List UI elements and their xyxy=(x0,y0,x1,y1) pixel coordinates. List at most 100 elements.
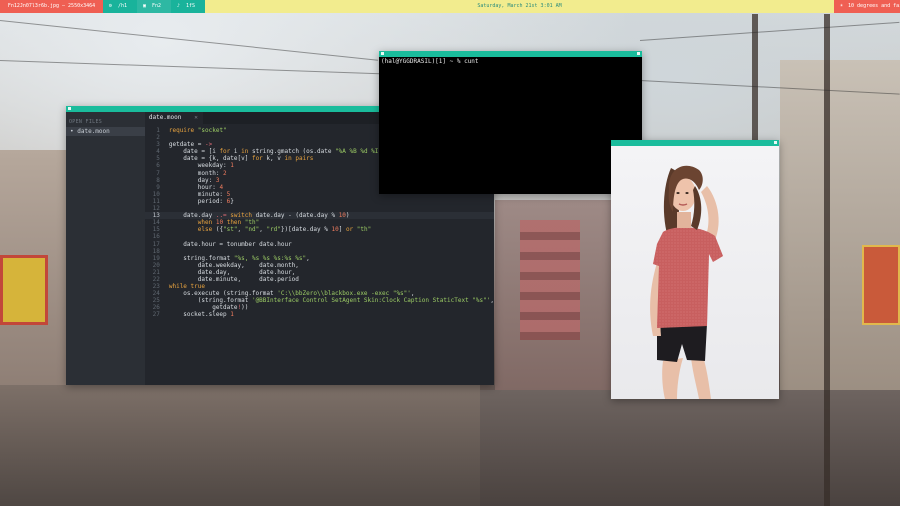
window-icon: ▣ xyxy=(143,3,147,9)
code-text: require "socket" xyxy=(168,127,227,134)
code-text: weekday: 1 xyxy=(168,162,234,170)
tab-date-moon[interactable]: date.moon ✕ xyxy=(144,112,203,124)
wallpaper-wire xyxy=(639,80,900,95)
code-line[interactable]: 25 (string.format '@BBInterface Control … xyxy=(145,297,494,304)
gear-icon: ⚙ xyxy=(109,3,113,9)
workspace-2[interactable]: ▣ Fn2 xyxy=(137,0,171,13)
wallpaper-wire xyxy=(639,21,900,41)
code-line[interactable]: 27 socket.sleep 1 xyxy=(145,311,494,318)
line-number: 12 xyxy=(152,205,160,213)
code-text: string.format "%s, %s %s %s:%s %s", xyxy=(168,254,310,262)
window-button-icon[interactable] xyxy=(381,52,384,55)
code-text: hour: 4 xyxy=(168,183,224,191)
line-number: 19 xyxy=(152,254,160,262)
sun-icon: ☀ xyxy=(840,3,844,9)
terminal-body[interactable]: (hal@YGGDRASIL)[1] ~ % cunt xyxy=(379,57,642,194)
editor-sidebar: OPEN FILES • date.moon xyxy=(66,112,145,385)
workspace-label: /h1 xyxy=(118,3,128,9)
code-text: os.execute (string.format 'C:\\bbZero\\b… xyxy=(168,290,415,298)
line-number: 5 xyxy=(156,155,160,163)
wallpaper-building xyxy=(495,200,613,506)
code-line[interactable]: 15 else ({"st", "nd", "rd"})[date.day % … xyxy=(145,226,494,233)
code-text: date.weekday, date.month, xyxy=(168,261,299,269)
code-line[interactable]: 19 string.format "%s, %s %s %s:%s %s", xyxy=(145,255,494,262)
code-text: date.day, date.hour, xyxy=(168,268,296,276)
code-line[interactable]: 21 date.day, date.hour, xyxy=(145,269,494,276)
line-number: 14 xyxy=(152,219,160,227)
code-text: minute: 5 xyxy=(168,190,231,198)
photo-illustration xyxy=(650,165,723,399)
wallpaper-building xyxy=(0,385,480,506)
wallpaper-building xyxy=(0,150,70,506)
wallpaper-pole xyxy=(824,14,830,506)
weather-text: 10 degrees and fair xyxy=(848,3,900,9)
image-viewer-window[interactable] xyxy=(611,140,779,399)
line-number: 15 xyxy=(152,226,160,234)
code-line[interactable]: 17 date.hour = tonumber date.hour xyxy=(145,241,494,248)
code-line[interactable]: 13 date.day ..= switch date.day - (date.… xyxy=(144,212,494,220)
window-button-icon[interactable] xyxy=(68,107,71,110)
code-line[interactable]: 20 date.weekday, date.month, xyxy=(145,262,494,269)
code-text: date.day ..= switch date.day - (date.day… xyxy=(168,212,350,220)
code-line[interactable]: 18 xyxy=(145,248,494,255)
line-number: 26 xyxy=(152,304,160,312)
open-files-heading: OPEN FILES xyxy=(69,119,103,125)
workspace-label: Fn2 xyxy=(152,3,162,9)
code-line[interactable]: 24 os.execute (string.format 'C:\\bbZero… xyxy=(145,290,494,297)
wallpaper-sign xyxy=(862,245,900,325)
window-button-icon[interactable] xyxy=(637,52,640,55)
terminal-prompt: (hal@YGGDRASIL)[1] ~ % cunt xyxy=(381,58,479,65)
wallpaper-building xyxy=(520,220,580,340)
wallpaper-building xyxy=(470,390,900,506)
code-text: getdate!)) xyxy=(168,304,249,312)
workspace-3[interactable]: ♪ 1fS xyxy=(171,0,205,13)
code-text: date = {k, date[v] for k, v in pairs xyxy=(168,155,314,163)
line-number: 20 xyxy=(152,261,160,269)
line-number: 7 xyxy=(156,169,160,177)
open-file-item[interactable]: • date.moon xyxy=(66,127,145,136)
code-line[interactable]: 16 xyxy=(145,233,494,240)
wallpaper-pole xyxy=(752,14,758,154)
line-number: 4 xyxy=(156,148,160,156)
terminal-window[interactable]: (hal@YGGDRASIL)[1] ~ % cunt xyxy=(379,51,642,194)
line-number: 8 xyxy=(156,176,160,184)
line-number: 2 xyxy=(156,134,160,142)
line-number: 27 xyxy=(152,311,160,319)
close-icon[interactable]: ✕ xyxy=(194,112,198,124)
photo xyxy=(611,146,779,399)
code-line[interactable]: 14 when 10 then "th" xyxy=(145,219,494,226)
wallpaper-building xyxy=(780,60,900,506)
weather-widget: ☀ 10 degrees and fair xyxy=(834,0,900,13)
clock: Saturday, March 21st 3:01 AM xyxy=(477,3,562,9)
tab-label: date.moon xyxy=(148,114,182,121)
line-number: 17 xyxy=(152,240,160,248)
workspace-1[interactable]: ⚙ /h1 xyxy=(103,0,137,13)
line-number: 23 xyxy=(152,283,160,291)
line-number: 11 xyxy=(152,197,160,205)
window-button-icon[interactable] xyxy=(774,141,777,144)
wallpaper-wire xyxy=(0,20,378,61)
line-number: 18 xyxy=(152,247,160,255)
code-text: date.minute, date.period xyxy=(168,275,299,283)
code-text: period: 6} xyxy=(168,197,234,205)
wallpaper-wire xyxy=(0,60,380,75)
line-number: 6 xyxy=(156,162,160,170)
code-text: getdate = -> xyxy=(168,141,213,149)
line-number: 9 xyxy=(156,183,160,191)
focused-window-title: Fn12Jn07l3r6b.jpg — 2550x3464 xyxy=(0,0,103,13)
wallpaper-sign xyxy=(0,255,48,325)
code-text: socket.sleep 1 xyxy=(168,311,234,319)
line-number: 1 xyxy=(156,127,160,134)
code-text: day: 3 xyxy=(168,176,220,184)
workspace-label: 1fS xyxy=(186,3,196,9)
code-text: date.hour = tonumber date.hour xyxy=(168,240,292,248)
top-panel: Fn12Jn07l3r6b.jpg — 2550x3464 ⚙ /h1 ▣ Fn… xyxy=(0,0,900,13)
code-line[interactable]: 11 period: 6} xyxy=(145,198,494,205)
line-number: 25 xyxy=(152,297,160,305)
code-line[interactable]: 26 getdate!)) xyxy=(145,304,494,311)
code-text: while true xyxy=(168,283,205,291)
music-icon: ♪ xyxy=(177,3,181,9)
code-line[interactable]: 23 while true xyxy=(145,283,494,290)
code-line[interactable]: 12 xyxy=(145,205,494,212)
code-line[interactable]: 22 date.minute, date.period xyxy=(145,276,494,283)
